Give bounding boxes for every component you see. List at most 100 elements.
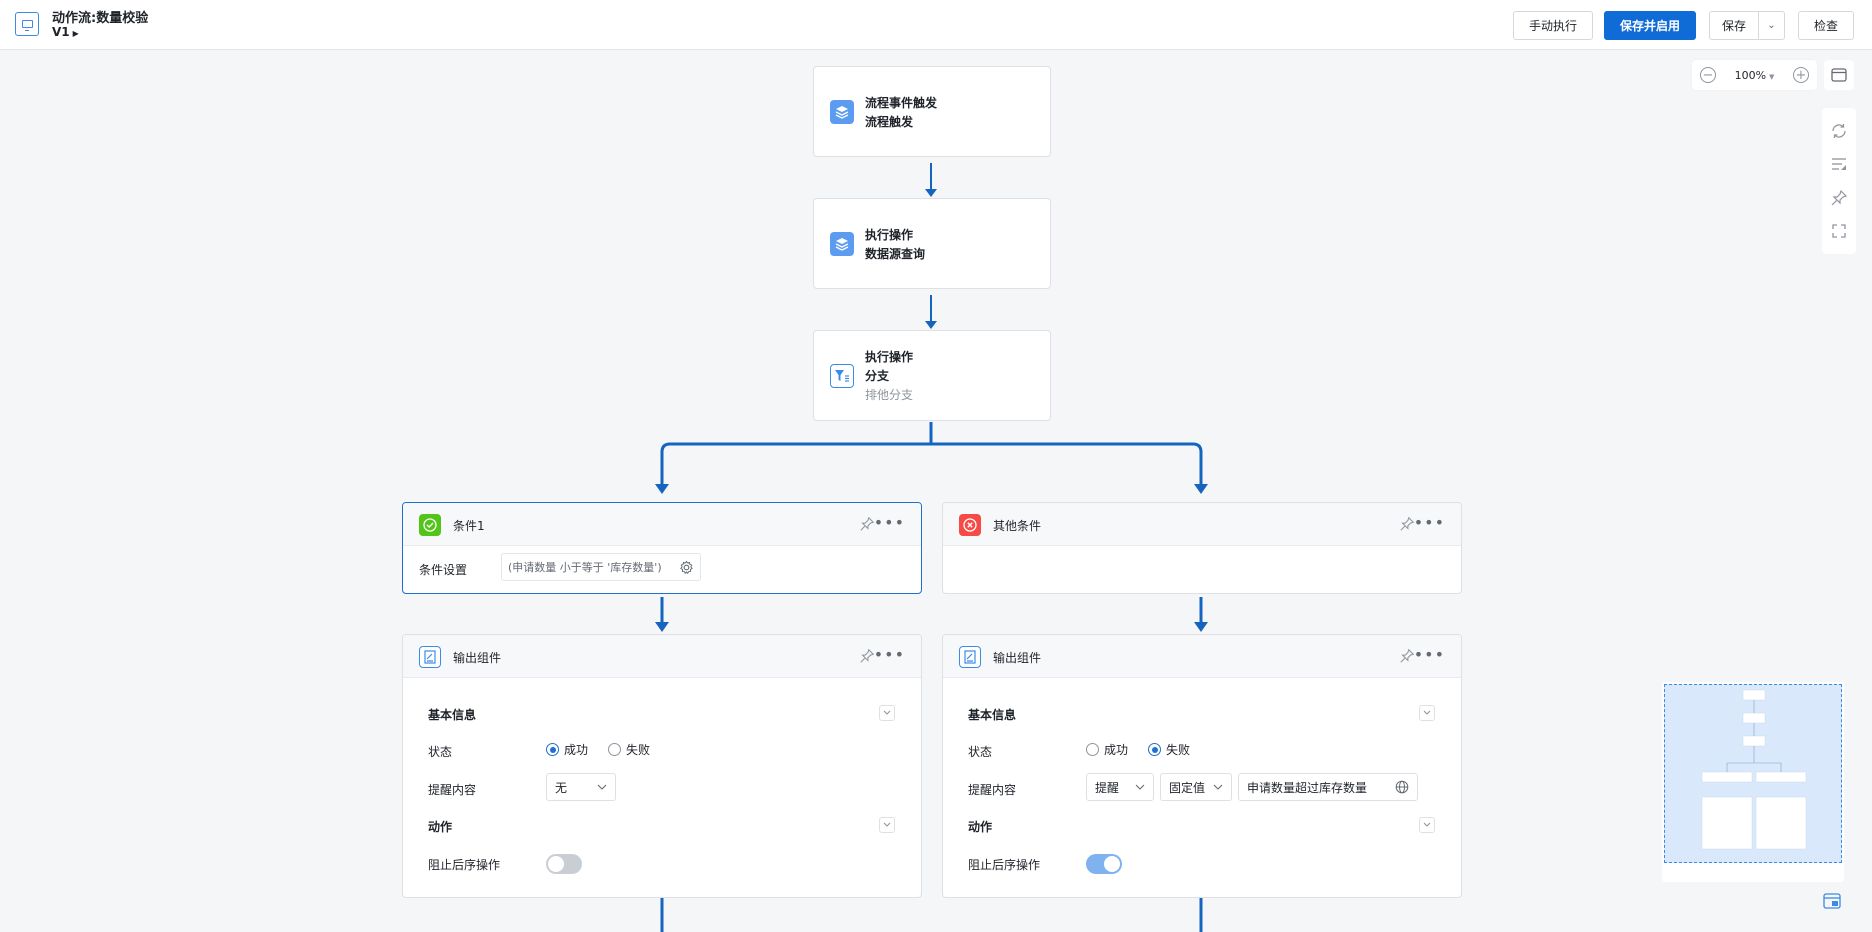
collapse-button[interactable]	[1419, 705, 1435, 721]
more-icon[interactable]: •••	[1414, 647, 1445, 663]
node-type: 执行操作	[865, 350, 914, 364]
refresh-button[interactable]	[1827, 119, 1851, 143]
node-name: 流程触发	[865, 115, 914, 129]
node-name: 分支	[865, 369, 890, 383]
card-header: 其他条件 •••	[943, 503, 1461, 546]
block-toggle[interactable]	[546, 854, 582, 874]
layout-button[interactable]	[1827, 152, 1851, 176]
check-circle-icon	[419, 514, 441, 536]
branch-condition-1[interactable]: 条件1 ••• 条件设置 (申请数量 小于等于 '库存数量')	[402, 502, 922, 594]
chevron-down-icon	[1423, 822, 1431, 827]
window-icon	[1823, 893, 1841, 909]
chevron-down-icon	[597, 784, 607, 790]
reminder-label: 提醒内容	[968, 783, 1017, 797]
branch-title: 其他条件	[993, 519, 1042, 533]
section-action: 动作	[428, 820, 453, 834]
output-title: 输出组件	[453, 651, 502, 665]
zoom-level-select[interactable]: 100% ▼	[1735, 69, 1775, 82]
select-area-button[interactable]	[1827, 219, 1851, 243]
chevron-down-icon	[1213, 784, 1223, 790]
status-label: 状态	[968, 745, 993, 759]
fullscreen-button[interactable]	[1824, 60, 1854, 90]
radio-dot	[1148, 743, 1161, 756]
minimap[interactable]	[1662, 682, 1844, 882]
pin-button[interactable]	[859, 648, 875, 664]
window-icon	[1831, 68, 1847, 82]
pin-button[interactable]	[859, 516, 875, 532]
pin-icon	[860, 648, 875, 663]
radio-fail[interactable]: 失败	[608, 741, 650, 758]
card-header: 输出组件 •••	[943, 635, 1461, 678]
pin-icon	[1831, 189, 1848, 206]
block-label: 阻止后序操作	[428, 858, 501, 872]
triangle-down-icon: ▼	[1769, 72, 1775, 81]
reminder-type-select[interactable]: 提醒	[1086, 773, 1154, 801]
card-header: 条件1 •••	[403, 503, 921, 546]
more-icon[interactable]: •••	[874, 647, 905, 663]
section-basic-info: 基本信息	[428, 708, 477, 722]
chevron-down-icon	[1135, 784, 1145, 790]
collapse-button[interactable]	[879, 817, 895, 833]
chevron-down-icon	[883, 822, 891, 827]
gear-icon[interactable]	[679, 560, 694, 575]
reminder-source-select[interactable]: 固定值	[1160, 773, 1232, 801]
layers-icon	[830, 232, 854, 256]
flow-node-branch[interactable]: 执行操作 分支 排他分支	[813, 330, 1051, 421]
section-basic-info: 基本信息	[968, 708, 1017, 722]
node-type: 执行操作	[865, 228, 914, 242]
layers-icon	[830, 100, 854, 124]
block-toggle[interactable]	[1086, 854, 1122, 874]
node-subtype: 排他分支	[865, 388, 914, 402]
condition-label: 条件设置	[419, 563, 468, 577]
pin-button[interactable]	[1827, 186, 1851, 210]
pin-icon	[1400, 648, 1415, 663]
align-lines-icon	[1832, 158, 1846, 171]
condition-expression: (申请数量 小于等于 '库存数量')	[508, 561, 662, 574]
crop-icon	[1832, 224, 1846, 238]
node-name: 数据源查询	[865, 247, 926, 261]
section-action: 动作	[968, 820, 993, 834]
minimap-preview	[1701, 689, 1807, 850]
radio-dot	[1086, 743, 1099, 756]
chevron-down-icon	[883, 710, 891, 715]
block-label: 阻止后序操作	[968, 858, 1041, 872]
more-icon[interactable]: •••	[1414, 515, 1445, 531]
output-title: 输出组件	[993, 651, 1042, 665]
more-icon[interactable]: •••	[874, 515, 905, 531]
flow-node-trigger[interactable]: 流程事件触发 流程触发	[813, 66, 1051, 157]
minimap-toggle-button[interactable]	[1822, 892, 1842, 910]
radio-success[interactable]: 成功	[1086, 741, 1128, 758]
flow-node-query[interactable]: 执行操作 数据源查询	[813, 198, 1051, 289]
status-label: 状态	[428, 745, 453, 759]
pin-icon	[1400, 516, 1415, 531]
zoom-out-button[interactable]: −	[1700, 67, 1716, 83]
chevron-down-icon	[1423, 710, 1431, 715]
minimap-viewport[interactable]	[1664, 684, 1842, 863]
reminder-text-input[interactable]: 申请数量超过库存数量	[1238, 773, 1418, 801]
output-card-success[interactable]: 输出组件 ••• 基本信息 状态 成功 失败 提醒内容 无 动作 阻止后序操作	[402, 634, 922, 898]
radio-success[interactable]: 成功	[546, 741, 588, 758]
canvas-tools	[1822, 108, 1856, 254]
radio-dot	[546, 743, 559, 756]
globe-icon[interactable]	[1395, 780, 1409, 794]
radio-dot	[608, 743, 621, 756]
document-edit-icon	[419, 646, 441, 668]
zoom-in-button[interactable]: +	[1793, 67, 1809, 83]
zoom-bar: − 100% ▼ +	[1692, 60, 1817, 90]
document-edit-icon	[959, 646, 981, 668]
collapse-button[interactable]	[879, 705, 895, 721]
reminder-select[interactable]: 无	[546, 773, 616, 801]
collapse-button[interactable]	[1419, 817, 1435, 833]
condition-expression-field[interactable]: (申请数量 小于等于 '库存数量')	[501, 553, 701, 581]
close-circle-icon	[959, 514, 981, 536]
pin-button[interactable]	[1399, 648, 1415, 664]
filter-icon	[830, 364, 854, 388]
output-card-fail[interactable]: 输出组件 ••• 基本信息 状态 成功 失败 提醒内容 提醒 固定值 申请数量超…	[942, 634, 1462, 898]
radio-fail[interactable]: 失败	[1148, 741, 1190, 758]
branch-title: 条件1	[453, 519, 485, 533]
branch-other[interactable]: 其他条件 •••	[942, 502, 1462, 594]
reminder-label: 提醒内容	[428, 783, 477, 797]
pin-icon	[860, 516, 875, 531]
refresh-icon	[1832, 123, 1846, 138]
pin-button[interactable]	[1399, 516, 1415, 532]
